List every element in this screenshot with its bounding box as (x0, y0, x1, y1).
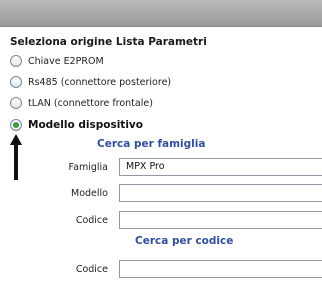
field-label-codice-search: Codice (75, 264, 108, 275)
family-search-title: Cerca per famiglia (97, 138, 206, 150)
radio-button[interactable] (10, 76, 22, 88)
arrow-pointer-icon (10, 134, 22, 180)
field-label-famiglia: Famiglia (68, 162, 108, 173)
field-label-modello: Modello (71, 188, 108, 199)
option-tlan[interactable]: tLAN (connettore frontale) (10, 95, 153, 111)
option-chiave-e2prom[interactable]: Chiave E2PROM (10, 53, 104, 69)
field-label-codice: Codice (75, 215, 108, 226)
option-label: Modello dispositivo (28, 119, 143, 131)
radio-button[interactable] (10, 97, 22, 109)
modello-field[interactable] (119, 184, 322, 202)
section-title: Seleziona origine Lista Parametri (10, 36, 207, 48)
option-label: tLAN (connettore frontale) (28, 97, 153, 109)
radio-button-selected[interactable] (10, 119, 22, 131)
window-titlebar (0, 0, 322, 27)
famiglia-field[interactable]: MPX Pro (119, 158, 322, 176)
codice-field[interactable] (119, 211, 322, 229)
option-rs485[interactable]: Rs485 (connettore posteriore) (10, 74, 171, 90)
option-label: Chiave E2PROM (28, 55, 104, 67)
option-label: Rs485 (connettore posteriore) (28, 76, 172, 88)
option-modello-dispositivo[interactable]: Modello dispositivo (10, 117, 143, 133)
radio-button[interactable] (10, 55, 22, 67)
code-search-title: Cerca per codice (135, 235, 234, 247)
code-search-field[interactable] (119, 260, 322, 278)
